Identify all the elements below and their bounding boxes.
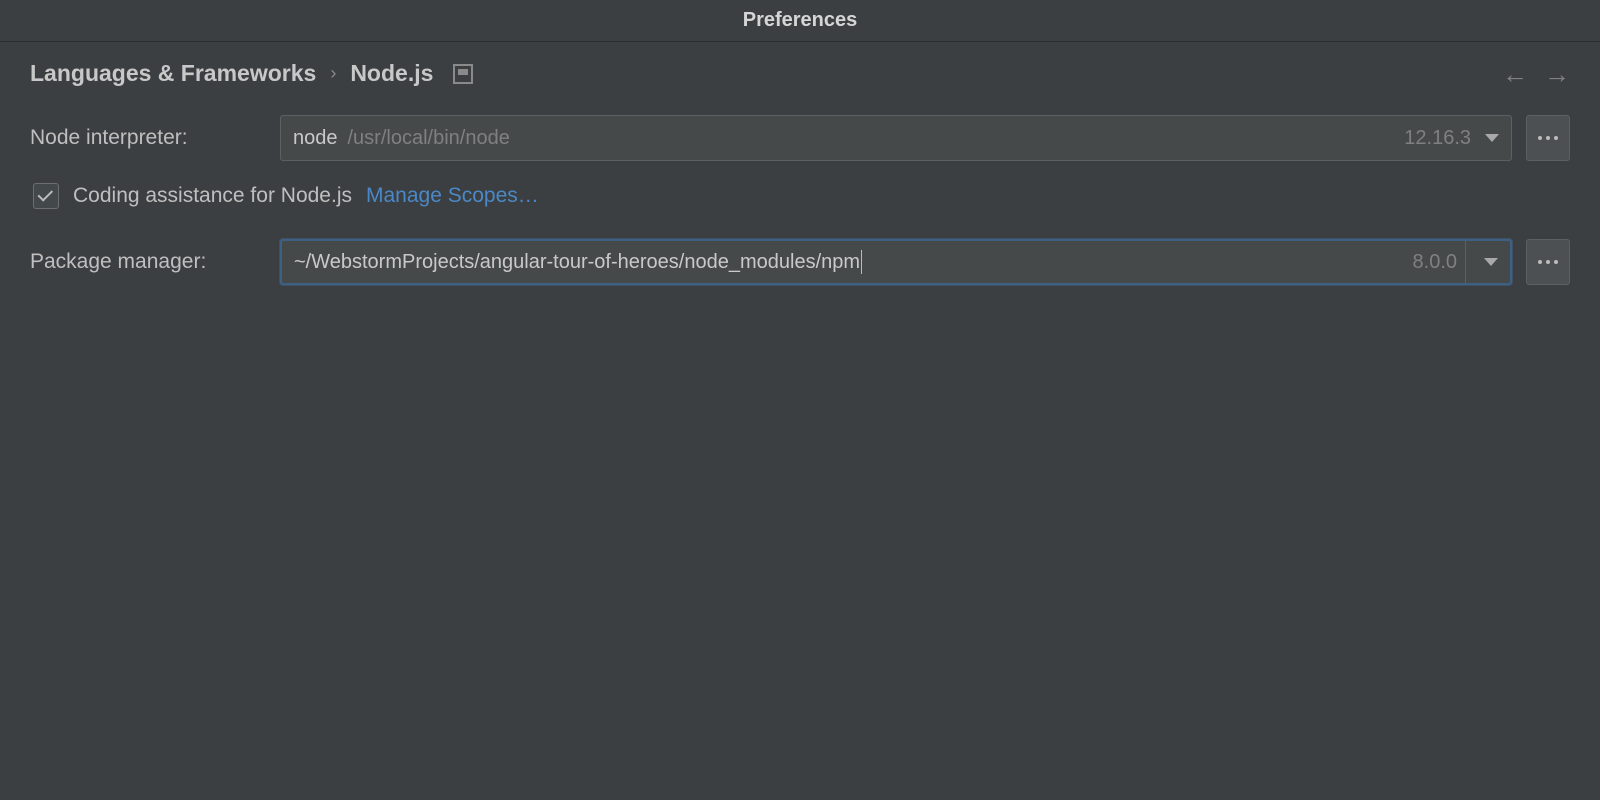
node-interpreter-label: Node interpreter: xyxy=(30,126,280,150)
interpreter-browse-button[interactable] xyxy=(1526,115,1570,161)
package-manager-label: Package manager: xyxy=(30,250,280,274)
window-title: Preferences xyxy=(0,0,1600,42)
breadcrumb-root[interactable]: Languages & Frameworks xyxy=(30,60,316,87)
interpreter-path: /usr/local/bin/node xyxy=(348,127,510,150)
package-manager-version: 8.0.0 xyxy=(1413,251,1457,274)
nav-forward-button[interactable]: → xyxy=(1544,61,1570,87)
package-manager-row: Package manager: ~/WebstormProjects/angu… xyxy=(30,239,1570,285)
coding-assistance-row: Coding assistance for Node.js Manage Sco… xyxy=(30,183,1570,209)
node-interpreter-row: Node interpreter: node /usr/local/bin/no… xyxy=(30,115,1570,161)
node-interpreter-combo[interactable]: node /usr/local/bin/node 12.16.3 xyxy=(280,115,1512,161)
breadcrumb-leaf: Node.js xyxy=(350,60,433,87)
coding-assistance-label: Coding assistance for Node.js xyxy=(73,184,352,208)
interpreter-version: 12.16.3 xyxy=(1404,127,1471,150)
chevron-down-icon xyxy=(1485,134,1499,142)
chevron-right-icon: › xyxy=(330,63,336,84)
breadcrumb: Languages & Frameworks › Node.js xyxy=(30,60,1502,87)
package-manager-browse-button[interactable] xyxy=(1526,239,1570,285)
breadcrumb-row: Languages & Frameworks › Node.js ← → xyxy=(0,42,1600,115)
chevron-down-icon xyxy=(1484,258,1498,266)
package-manager-path: ~/WebstormProjects/angular-tour-of-heroe… xyxy=(294,251,860,274)
check-icon xyxy=(38,186,54,202)
interpreter-name: node xyxy=(293,127,338,150)
text-cursor xyxy=(861,250,862,274)
coding-assistance-checkbox[interactable] xyxy=(33,183,59,209)
window-title-text: Preferences xyxy=(743,9,858,32)
manage-scopes-link[interactable]: Manage Scopes… xyxy=(366,184,539,208)
nav-arrows: ← → xyxy=(1502,61,1570,87)
nav-back-button[interactable]: ← xyxy=(1502,61,1528,87)
settings-form: Node interpreter: node /usr/local/bin/no… xyxy=(0,115,1600,285)
project-scope-icon xyxy=(453,64,473,84)
package-manager-combo[interactable]: ~/WebstormProjects/angular-tour-of-heroe… xyxy=(280,239,1512,285)
